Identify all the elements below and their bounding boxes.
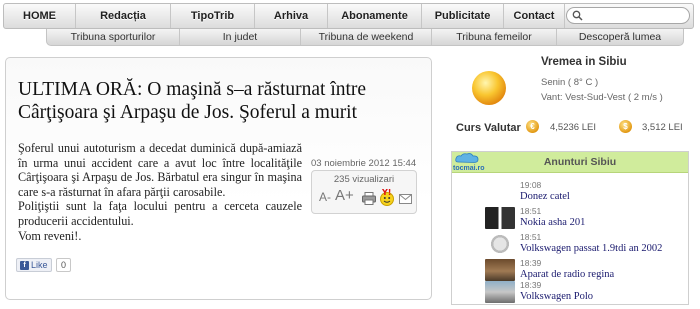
ads-header: tocmai.ro Anunturi Sibiu [452, 152, 688, 173]
facebook-like-button[interactable]: f Like [16, 258, 52, 272]
ad-title-link[interactable]: Volkswagen Polo [520, 291, 593, 302]
nav-home[interactable]: HOME [4, 4, 76, 28]
list-item[interactable]: 18:51 Volkswagen passat 1.9tdi an 2002 [452, 232, 688, 258]
article-paragraph: Poliţiştii sunt la faţa locului pentru a… [18, 199, 302, 228]
yahoo-bookmark-icon[interactable]: Y! [379, 188, 395, 209]
subnav-in-judet[interactable]: In judet [180, 29, 301, 45]
subnav-tribuna-sporturilor[interactable]: Tribuna sporturilor [47, 29, 180, 45]
main-navigation: HOME Redacția TipoTrib Arhiva Abonamente… [3, 3, 694, 29]
like-count: 0 [56, 258, 71, 272]
ad-time: 18:39 [520, 280, 542, 290]
ad-title-link[interactable]: Volkswagen passat 1.9tdi an 2002 [520, 243, 662, 254]
nav-abonamente[interactable]: Abonamente [328, 4, 422, 28]
article-date: 03 noiembrie 2012 15:44 [311, 158, 417, 169]
svg-text:Y!: Y! [381, 189, 391, 197]
list-item[interactable]: 18:51 Nokia asha 201 [452, 206, 688, 232]
view-count: 235 vizualizari [333, 174, 395, 185]
nav-publicitate[interactable]: Publicitate [422, 4, 504, 28]
search-icon [572, 10, 583, 21]
usd-rate: 3,512 LEI [642, 122, 683, 133]
subnav-descopera-lumea[interactable]: Descoperă lumea [557, 29, 683, 45]
euro-coin-icon: € [526, 120, 539, 133]
euro-rate: 4,5236 LEI [550, 122, 596, 133]
sub-navigation: Tribuna sporturilor In judet Tribuna de … [46, 29, 684, 46]
font-decrease-button[interactable]: A- [319, 190, 331, 204]
ad-thumbnail[interactable] [485, 281, 515, 303]
ad-title-link[interactable]: Donez catel [520, 191, 570, 202]
ad-time: 19:08 [520, 180, 542, 190]
ad-time: 18:51 [520, 232, 542, 242]
list-item[interactable]: 19:08 Donez catel [452, 180, 688, 206]
article-tools: 235 vizualizari A- A+ Y! [311, 170, 417, 214]
ads-panel: tocmai.ro Anunturi Sibiu 19:08 Donez cat… [451, 151, 689, 305]
sun-icon [470, 69, 508, 110]
ads-title: Anunturi Sibiu [543, 156, 617, 168]
nav-contact[interactable]: Contact [504, 4, 565, 28]
ad-time: 18:39 [520, 258, 542, 268]
dollar-coin-icon: $ [619, 120, 632, 133]
print-icon[interactable] [362, 192, 376, 208]
nav-arhiva[interactable]: Arhiva [255, 4, 328, 28]
font-increase-button[interactable]: A+ [335, 187, 354, 204]
article-body: Şoferul unui autoturism a decedat dumini… [18, 141, 302, 243]
email-icon[interactable] [399, 194, 412, 207]
ad-thumbnail[interactable] [485, 207, 515, 229]
weather-condition: Senin ( 8° C ) [541, 77, 599, 88]
currency-label: Curs Valutar [456, 122, 521, 134]
facebook-icon: f [20, 260, 29, 270]
search-input[interactable] [566, 7, 690, 24]
article-paragraph: Şoferul unui autoturism a decedat dumini… [18, 141, 302, 199]
nav-redactia[interactable]: Redacția [76, 4, 171, 28]
subnav-tribuna-femeilor[interactable]: Tribuna femeilor [432, 29, 557, 45]
subnav-tribuna-de-weekend[interactable]: Tribuna de weekend [301, 29, 432, 45]
ad-time: 18:51 [520, 206, 542, 216]
article-title: ULTIMA ORĂ: O maşină s–a răsturnat între… [18, 79, 367, 123]
weather-title: Vremea in Sibiu [541, 56, 627, 68]
ad-thumbnail[interactable] [485, 259, 515, 281]
nav-tipotrib[interactable]: TipoTrib [171, 4, 255, 28]
weather-wind: Vant: Vest-Sud-Vest ( 2 m/s ) [541, 92, 663, 103]
ad-title-link[interactable]: Aparat de radio regina [520, 269, 614, 280]
list-item[interactable]: 18:39 Volkswagen Polo [452, 280, 688, 306]
article-paragraph: Vom reveni!. [18, 228, 82, 243]
ad-thumbnail[interactable] [485, 233, 515, 255]
ad-thumbnail[interactable] [485, 181, 515, 203]
ad-title-link[interactable]: Nokia asha 201 [520, 217, 585, 228]
like-label: Like [31, 260, 48, 270]
